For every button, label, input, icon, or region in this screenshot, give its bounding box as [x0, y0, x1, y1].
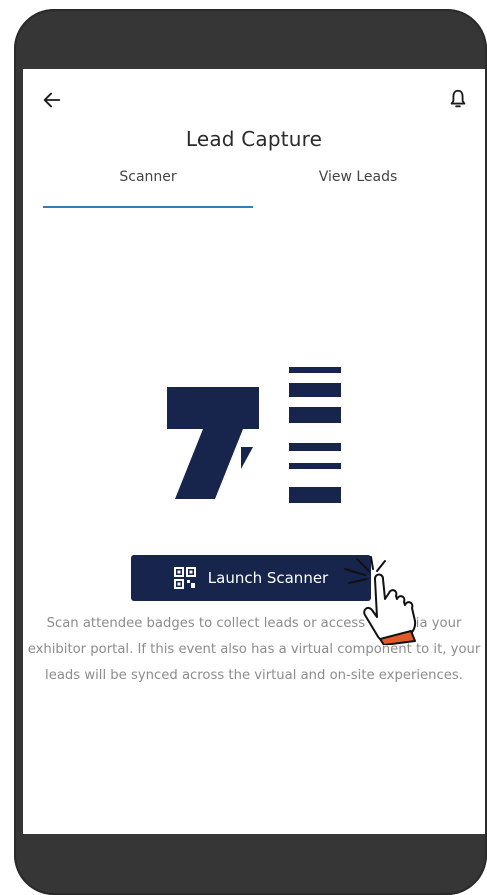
pointer-hand-icon [344, 556, 417, 645]
launch-scanner-label: Launch Scanner [207, 569, 329, 587]
active-tab-indicator [43, 206, 253, 208]
top-bar [23, 69, 485, 129]
bell-icon[interactable] [447, 87, 469, 111]
qr-code-icon [173, 567, 196, 589]
page-title: Lead Capture [185, 127, 323, 151]
barcode-scanner-icon [167, 367, 341, 503]
tab-view-leads[interactable]: View Leads [253, 169, 463, 185]
app-screen: Lead Capture Scanner View Leads Launch S… [23, 69, 485, 834]
tab-scanner[interactable]: Scanner [43, 169, 253, 185]
back-arrow-icon[interactable] [41, 89, 63, 111]
